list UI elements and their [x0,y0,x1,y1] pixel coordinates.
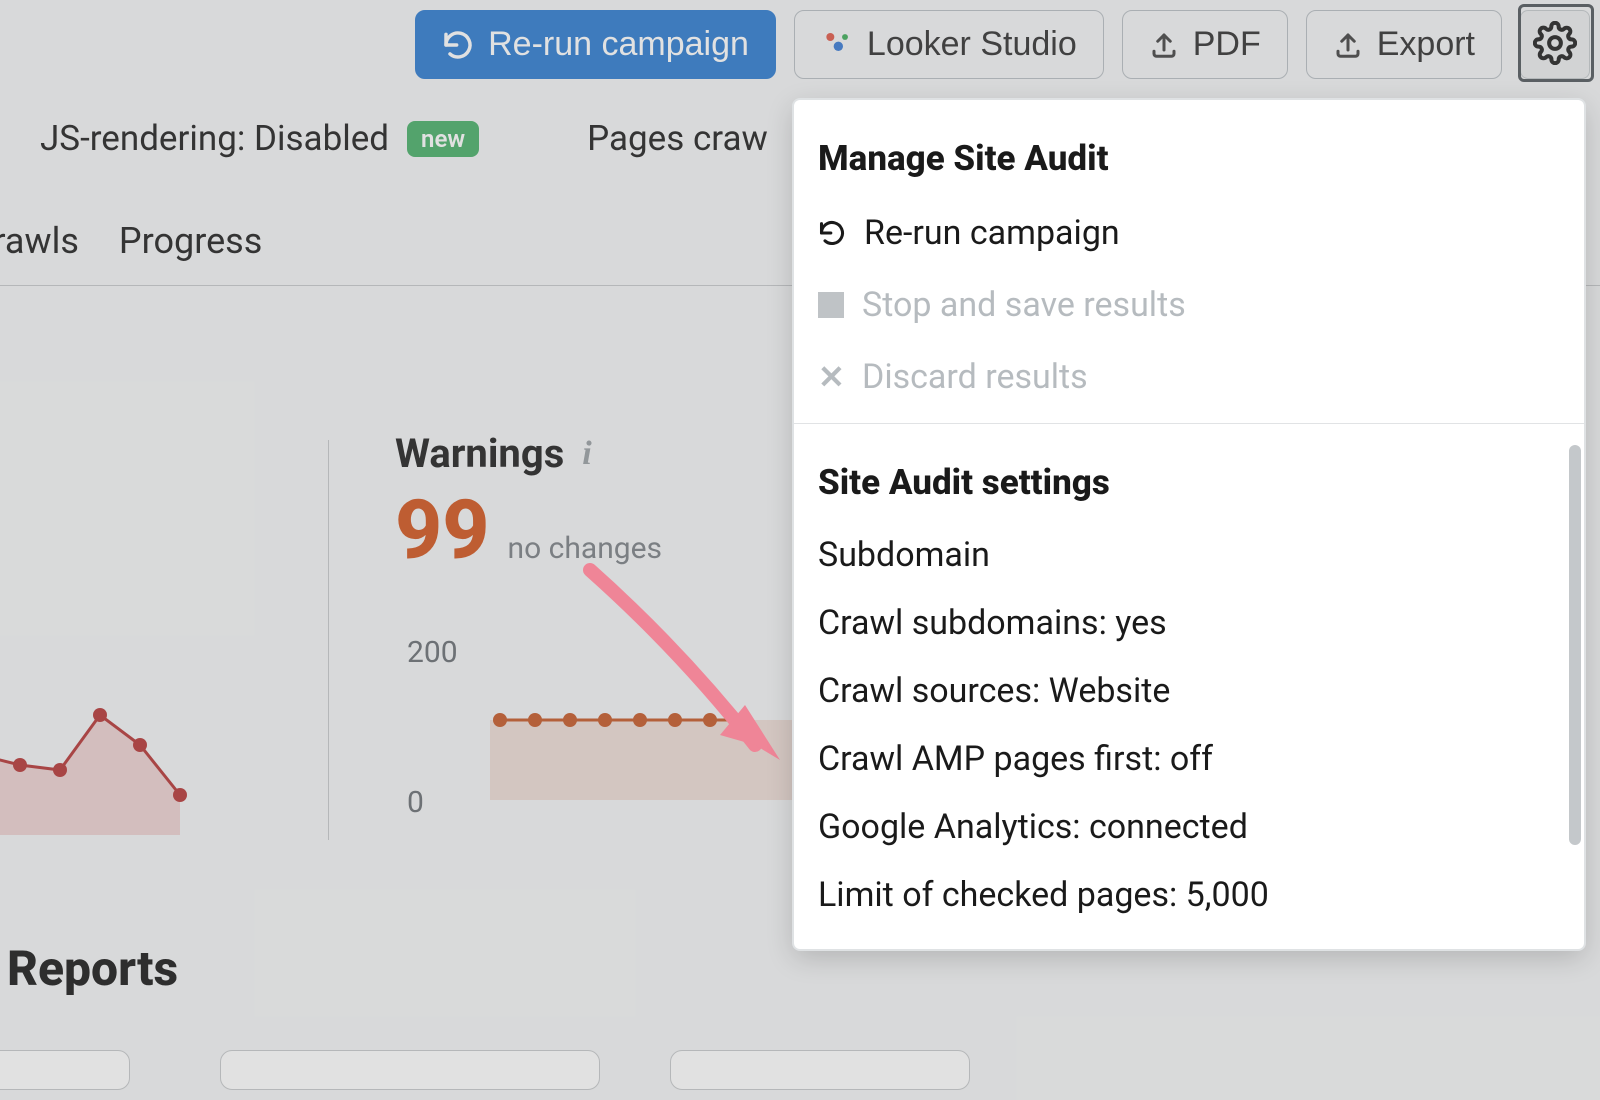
info-icon[interactable]: i [582,435,591,473]
gear-icon [1533,21,1577,65]
pdf-label: PDF [1193,25,1261,64]
setting-crawl-subdomains[interactable]: Crawl subdomains: yes [794,589,1584,657]
new-badge: new [407,121,479,157]
warnings-panel: Warnings i 99 no changes [395,430,662,579]
tabs-row: Crawls Progress [0,220,262,262]
manage-site-audit-title: Manage Site Audit [794,100,1584,197]
tab-progress[interactable]: Progress [119,220,262,262]
setting-crawl-amp[interactable]: Crawl AMP pages first: off [794,725,1584,793]
warnings-count: 99 [395,483,490,579]
close-icon: ✕ [818,358,844,396]
toolbar: Re-run campaign Looker Studio PDF Export [415,10,1590,79]
upload-icon [1149,30,1179,60]
settings-dropdown: Manage Site Audit Re-run campaign Stop a… [794,100,1584,949]
stop-icon [818,292,844,318]
rerun-campaign-button[interactable]: Re-run campaign [415,10,776,79]
export-button[interactable]: Export [1306,10,1502,79]
dropdown-rerun-label: Re-run campaign [864,213,1120,253]
y-tick-200: 200 [407,635,458,670]
pages-crawled-status: Pages craw [587,118,768,159]
settings-gear-button[interactable] [1520,10,1590,79]
setting-google-analytics[interactable]: Google Analytics: connected [794,793,1584,861]
reports-heading: c Reports [0,940,178,997]
setting-limit-pages[interactable]: Limit of checked pages: 5,000 [794,861,1584,929]
pdf-button[interactable]: PDF [1122,10,1288,79]
dropdown-stop-item: Stop and save results [794,269,1584,341]
looker-label: Looker Studio [867,25,1077,64]
tab-crawls[interactable]: Crawls [0,220,79,262]
dropdown-stop-label: Stop and save results [862,285,1186,325]
rerun-label: Re-run campaign [488,25,749,64]
report-card[interactable] [670,1050,970,1090]
report-card[interactable] [220,1050,600,1090]
export-label: Export [1377,25,1475,64]
setting-crawl-sources[interactable]: Crawl sources: Website [794,657,1584,725]
vertical-divider [328,440,329,840]
refresh-icon [818,219,846,247]
dropdown-discard-label: Discard results [862,357,1088,397]
refresh-icon [442,29,474,61]
looker-studio-button[interactable]: Looker Studio [794,10,1104,79]
dropdown-rerun-item[interactable]: Re-run campaign [794,197,1584,269]
setting-subdomain[interactable]: Subdomain [794,521,1584,589]
upload-icon [1333,30,1363,60]
warnings-no-change: no changes [508,531,662,566]
dropdown-discard-item: ✕ Discard results [794,341,1584,413]
status-row: JS-rendering: Disabled new Pages craw [40,118,768,159]
report-card[interactable] [0,1050,130,1090]
js-rendering-status: JS-rendering: Disabled [40,118,389,159]
errors-chart-partial [0,660,280,860]
dropdown-scrollbar[interactable] [1569,445,1581,845]
looker-studio-icon [821,29,853,61]
warnings-title: Warnings [395,430,564,477]
site-audit-settings-title: Site Audit settings [794,424,1584,521]
y-tick-0: 0 [407,785,424,820]
